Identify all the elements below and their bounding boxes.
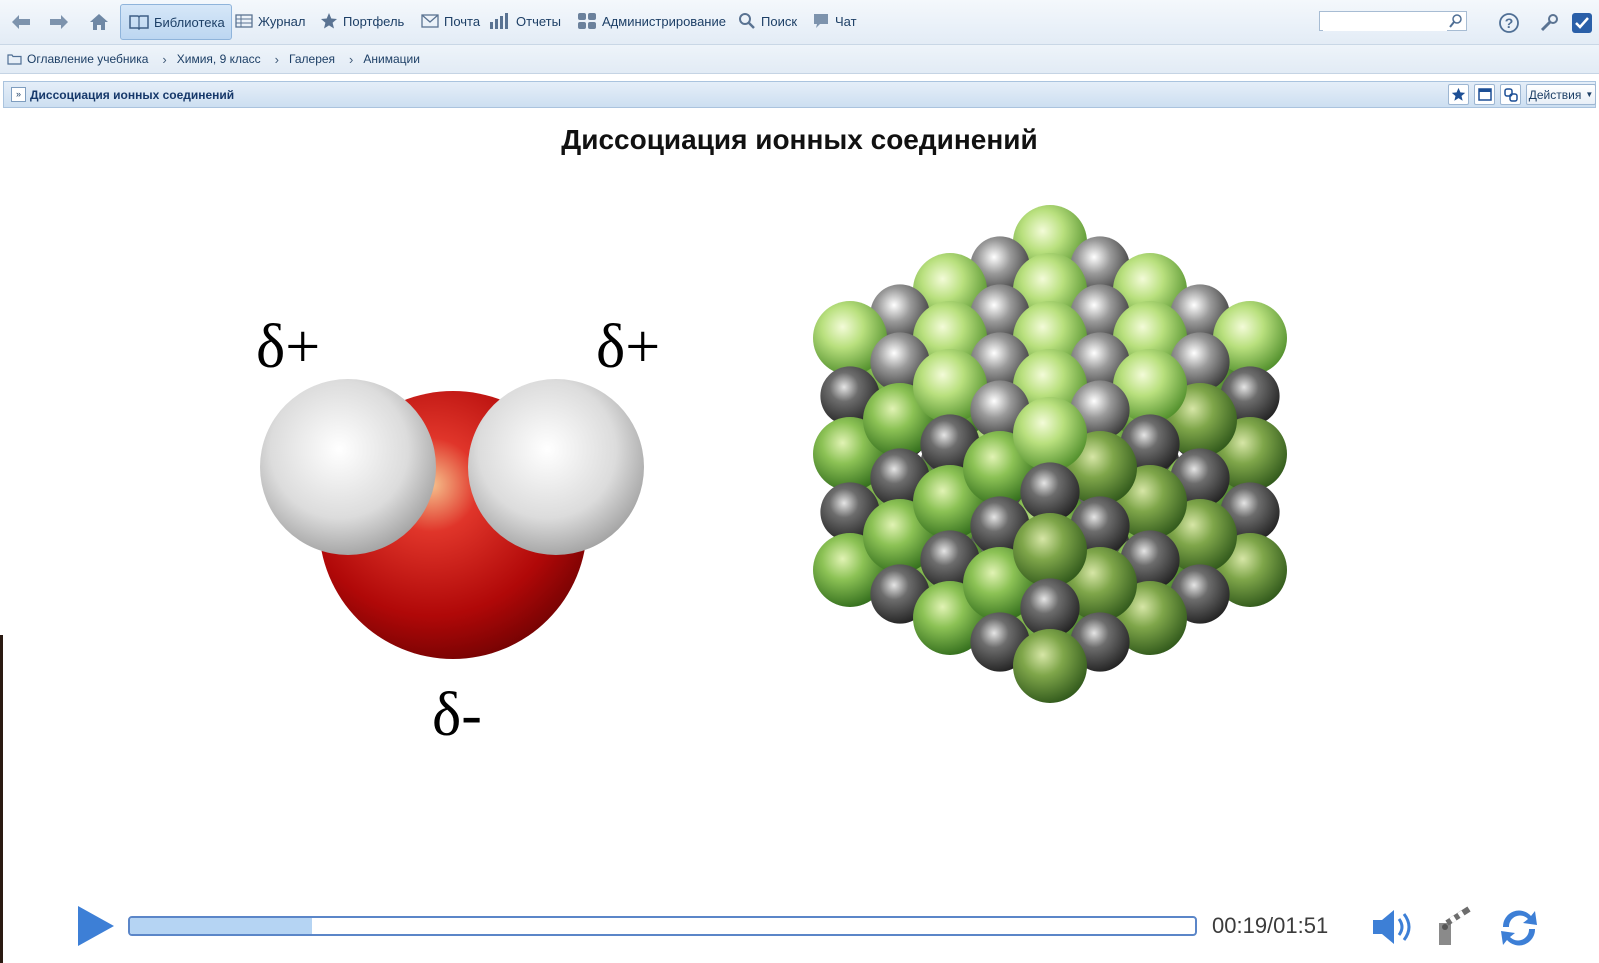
ionic-crystal-lattice [813, 205, 1287, 703]
progress-bar[interactable] [128, 916, 1197, 936]
toolbar-item-label: Поиск [761, 13, 798, 29]
actions-dropdown-button[interactable]: Действия ▼ [1526, 84, 1596, 105]
toolbar-item-label: Отчеты [516, 13, 561, 29]
toolbar-item-journal[interactable]: Журнал [235, 6, 305, 36]
breadcrumb-label: Оглавление учебника [27, 52, 149, 66]
breadcrumb-item-chemistry[interactable]: Химия, 9 класс [177, 52, 261, 66]
help-icon[interactable]: ? [1497, 11, 1521, 35]
toolbar-item-reports[interactable]: Отчеты [489, 6, 561, 36]
replay-refresh-icon[interactable] [1495, 905, 1543, 951]
toolbar-item-label: Журнал [258, 13, 306, 29]
breadcrumb-item-gallery[interactable]: Галерея [289, 52, 335, 66]
caret-down-icon: ▼ [1585, 90, 1594, 99]
toolbar-item-label: Библиотека [154, 14, 225, 30]
star-icon [321, 13, 337, 29]
hydrogen-atom-right [468, 379, 644, 555]
toolbar-item-label: Почта [444, 13, 481, 29]
partial-charge-positive-right: δ+ [596, 313, 661, 381]
panel-title-bar: » Диссоциация ионных соединений Действия… [3, 81, 1596, 108]
search-field[interactable] [1319, 11, 1467, 31]
users-icon [578, 13, 596, 29]
toolbar-item-label: Портфель [343, 13, 405, 29]
ion-sphere [1013, 397, 1087, 471]
favorite-star-icon[interactable] [1448, 84, 1469, 105]
toolbar-item-chat[interactable]: Чат [812, 6, 857, 36]
left-edge-strip [0, 635, 3, 963]
breadcrumb-item-contents[interactable]: Оглавление учебника [7, 52, 148, 66]
back-arrow-icon[interactable] [9, 10, 33, 34]
volume-icon[interactable] [1370, 905, 1420, 949]
mail-icon [421, 14, 439, 28]
ion-sphere [1020, 462, 1080, 522]
playback-time: 00:19/01:51 [1212, 913, 1329, 938]
ion-sphere [1013, 513, 1087, 587]
bar-chart-icon [490, 13, 508, 29]
toolbar-item-mail[interactable]: Почта [421, 6, 480, 36]
chat-bubble-icon [814, 14, 828, 28]
breadcrumb: Оглавление учебника › Химия, 9 класс › Г… [0, 45, 1599, 74]
breadcrumb-label: Химия, 9 класс [176, 52, 261, 66]
toolbar-item-administration[interactable]: Администрирование [577, 6, 726, 36]
top-toolbar: Библиотека Журнал Портфель Почта Отчеты … [0, 0, 1599, 45]
toolbar-item-library[interactable]: Библиотека [120, 4, 232, 40]
hydrogen-atom-left [260, 379, 436, 555]
ion-sphere [1013, 629, 1087, 703]
chevron-right-icon: › [274, 51, 280, 67]
book-icon [129, 15, 149, 30]
progress-fill [130, 918, 313, 934]
play-icon[interactable] [76, 904, 116, 948]
table-icon [235, 14, 253, 28]
search-go-icon[interactable] [1448, 13, 1464, 29]
chevron-right-icon: › [349, 51, 354, 67]
toolbar-item-label: Администрирование [602, 13, 726, 29]
breadcrumb-item-animations[interactable]: Анимации [363, 52, 420, 66]
forward-arrow-icon[interactable] [47, 10, 71, 34]
home-icon[interactable] [87, 10, 111, 34]
expand-double-chevron-icon[interactable]: » [11, 87, 26, 102]
svg-text:?: ? [1505, 15, 1514, 31]
link-share-icon[interactable] [1500, 84, 1521, 105]
actions-label: Действия [1528, 87, 1582, 102]
chevron-right-icon: › [162, 51, 167, 67]
checkbox-checked-icon[interactable] [1570, 11, 1594, 35]
breadcrumb-label: Анимации [363, 52, 420, 66]
settings-wrench-icon[interactable] [1537, 11, 1561, 35]
partial-charge-positive-left: δ+ [256, 313, 321, 381]
toolbar-item-label: Чат [835, 13, 857, 29]
ion-sphere [1020, 578, 1080, 638]
toolbar-item-search[interactable]: Поиск [738, 6, 797, 36]
animation-title: Диссоциация ионных соединений [561, 124, 1038, 155]
partial-charge-negative: δ- [432, 681, 482, 749]
search-input[interactable] [1323, 13, 1447, 31]
breadcrumb-label: Галерея [289, 52, 336, 66]
window-icon[interactable] [1474, 84, 1495, 105]
panel-title: Диссоциация ионных соединений [30, 87, 235, 102]
magnifier-icon [739, 13, 755, 29]
barrier-gate-icon[interactable] [1435, 905, 1475, 949]
toolbar-item-portfolio[interactable]: Портфель [320, 6, 404, 36]
water-molecule [260, 379, 644, 659]
folder-icon [7, 54, 22, 65]
